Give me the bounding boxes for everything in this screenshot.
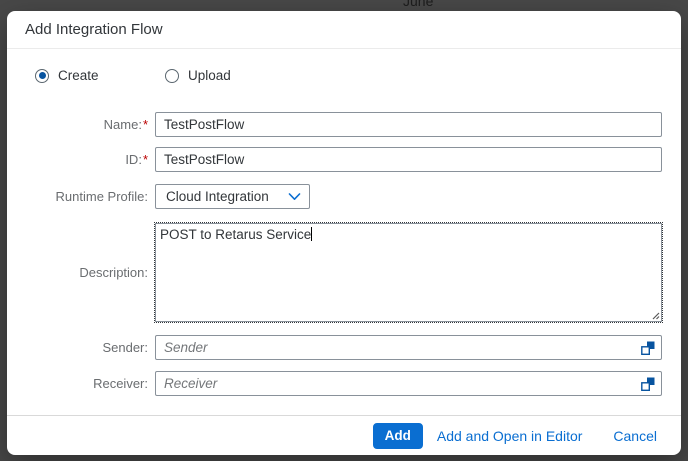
- description-textarea[interactable]: POST to Retarus Service: [155, 223, 662, 322]
- receiver-value-help-button[interactable]: [639, 375, 657, 392]
- dialog-title: Add Integration Flow: [25, 11, 163, 49]
- sender-input[interactable]: [155, 335, 662, 360]
- runtime-profile-select[interactable]: Cloud Integration: [155, 184, 310, 209]
- id-input[interactable]: [155, 147, 662, 172]
- add-and-open-in-editor-button[interactable]: Add and Open in Editor: [426, 423, 594, 449]
- value-help-icon: [640, 376, 656, 392]
- resize-handle-icon[interactable]: [650, 310, 660, 320]
- receiver-label: Receiver:: [7, 371, 148, 396]
- name-row: Name:*: [7, 112, 681, 137]
- add-button[interactable]: Add: [373, 423, 423, 449]
- receiver-row: Receiver:: [7, 371, 681, 396]
- runtime-profile-row: Runtime Profile: Cloud Integration: [7, 184, 681, 209]
- upload-radio-label: Upload: [188, 68, 231, 83]
- name-input[interactable]: [155, 112, 662, 137]
- create-radio[interactable]: Create: [35, 68, 99, 83]
- required-marker: *: [143, 152, 148, 167]
- receiver-input[interactable]: [155, 371, 662, 396]
- text-cursor: [311, 227, 312, 241]
- value-help-icon: [640, 340, 656, 356]
- runtime-profile-label: Runtime Profile:: [7, 184, 148, 209]
- upload-radio[interactable]: Upload: [165, 68, 231, 83]
- runtime-profile-value: Cloud Integration: [166, 189, 288, 204]
- background-clipped-text: June: [403, 0, 433, 9]
- radio-unselected-icon: [165, 69, 179, 83]
- description-label: Description:: [7, 223, 148, 322]
- description-row: Description: POST to Retarus Service: [7, 223, 681, 322]
- dialog-header[interactable]: Add Integration Flow: [7, 11, 681, 49]
- mode-radio-group: Create Upload: [7, 68, 681, 84]
- id-label: ID:*: [7, 147, 148, 172]
- description-text: POST to Retarus Service: [160, 227, 311, 242]
- sender-value-help-button[interactable]: [639, 339, 657, 356]
- sender-row: Sender:: [7, 335, 681, 360]
- sender-label: Sender:: [7, 335, 148, 360]
- id-row: ID:*: [7, 147, 681, 172]
- dialog-footer: Add Add and Open in Editor Cancel: [7, 415, 681, 455]
- radio-selected-icon: [35, 69, 49, 83]
- cancel-button[interactable]: Cancel: [602, 423, 659, 449]
- dimmed-overlay-background: { "background": { "clipped_text": "June"…: [0, 0, 688, 461]
- chevron-down-icon: [288, 193, 301, 201]
- create-radio-label: Create: [58, 68, 99, 83]
- name-label: Name:*: [7, 112, 148, 137]
- required-marker: *: [143, 117, 148, 132]
- add-integration-flow-dialog: Add Integration Flow Create Upload Name:…: [7, 11, 681, 455]
